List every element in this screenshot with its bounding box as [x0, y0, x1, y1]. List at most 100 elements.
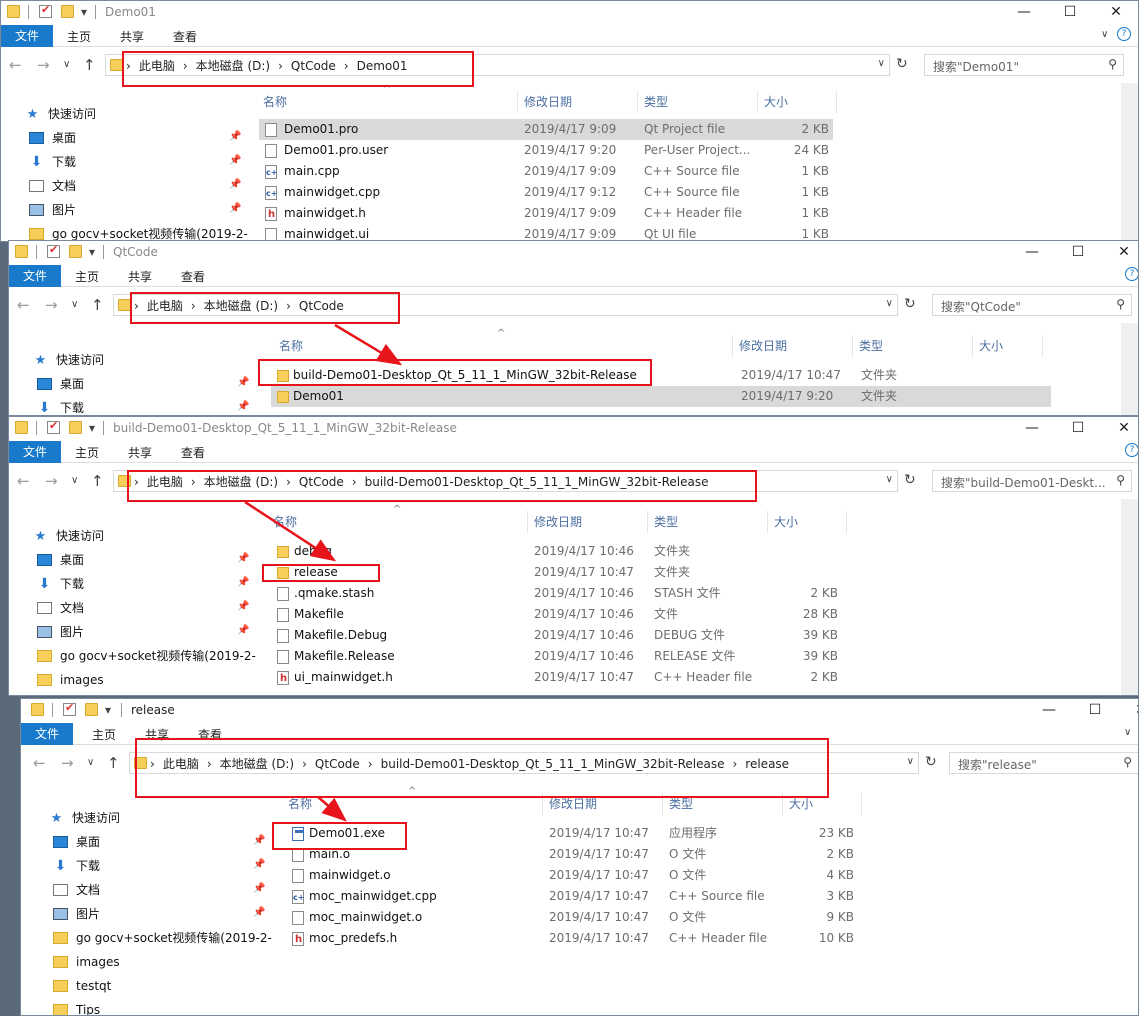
chevron-down-icon[interactable]: ∨: [1124, 727, 1131, 738]
sidebar-item-downloads[interactable]: ⬇ 下载: [29, 151, 76, 173]
forward-arrow-icon[interactable]: →: [61, 754, 74, 772]
minimize-button[interactable]: —: [1009, 417, 1055, 441]
properties-icon[interactable]: [47, 419, 60, 434]
close-button[interactable]: ✕: [1093, 1, 1138, 25]
search-input[interactable]: 搜索"Demo01" ⚲: [924, 54, 1124, 76]
tab-file[interactable]: 文件: [1, 25, 53, 47]
title-bar[interactable]: ▾ QtCode — ☐ ✕: [9, 241, 1138, 265]
tab-share[interactable]: 共享: [120, 28, 144, 45]
sidebar-item-gocv[interactable]: go gocv+socket视频传输(2019-2-: [37, 645, 256, 667]
tab-home[interactable]: 主页: [75, 268, 99, 285]
tab-home[interactable]: 主页: [75, 444, 99, 461]
help-icon[interactable]: ?: [1125, 267, 1138, 281]
chevron-down-icon[interactable]: ∨: [886, 298, 893, 309]
search-input[interactable]: 搜索"build-Demo01-Deskt... ⚲: [932, 470, 1132, 492]
file-row[interactable]: mainwidget.o 2019/4/17 10:47 O 文件 4 KB: [286, 865, 866, 886]
pin-icon[interactable]: 📌: [253, 859, 265, 870]
scrollbar[interactable]: [1121, 83, 1138, 241]
up-arrow-icon[interactable]: ↑: [91, 296, 104, 314]
back-arrow-icon[interactable]: ←: [17, 296, 30, 314]
refresh-icon[interactable]: ↻: [904, 296, 916, 312]
scrollbar[interactable]: [1121, 499, 1138, 695]
tab-view[interactable]: 查看: [181, 268, 205, 285]
column-date[interactable]: 修改日期: [733, 335, 853, 357]
file-row[interactable]: Makefile 2019/4/17 10:46 文件 28 KB: [271, 604, 851, 625]
file-row[interactable]: mainwidget.h 2019/4/17 9:09 C++ Header fil…: [259, 203, 833, 225]
minimize-button[interactable]: —: [1026, 699, 1072, 723]
minimize-button[interactable]: —: [1001, 1, 1047, 25]
pin-icon[interactable]: 📌: [253, 883, 265, 894]
chevron-down-icon[interactable]: ∨: [886, 474, 893, 485]
column-date[interactable]: 修改日期: [518, 91, 638, 113]
recent-chevron-icon[interactable]: ∨: [87, 757, 94, 768]
title-bar[interactable]: ▾ build-Demo01-Desktop_Qt_5_11_1_MinGW_3…: [9, 417, 1138, 441]
file-row[interactable]: Makefile.Release 2019/4/17 10:46 RELEASE 文…: [271, 646, 851, 667]
back-arrow-icon[interactable]: ←: [33, 754, 46, 772]
file-row[interactable]: .qmake.stash 2019/4/17 10:46 STASH 文件 2 KB: [271, 583, 851, 604]
file-row[interactable]: Demo01.pro.user 2019/4/17 9:20 Per-User Pr…: [259, 140, 833, 161]
up-arrow-icon[interactable]: ↑: [83, 56, 96, 74]
column-type[interactable]: 类型: [648, 511, 768, 533]
file-row[interactable]: moc_predefs.h 2019/4/17 10:47 C++ Header f…: [286, 928, 866, 950]
sidebar-item-desktop[interactable]: 桌面: [37, 549, 84, 571]
maximize-button[interactable]: ☐: [1055, 417, 1101, 441]
help-icon[interactable]: ?: [1117, 27, 1131, 41]
maximize-button[interactable]: ☐: [1055, 241, 1101, 265]
sidebar-item-desktop[interactable]: 桌面: [37, 373, 84, 395]
sidebar-item-images[interactable]: images: [53, 951, 120, 973]
pin-icon[interactable]: 📌: [229, 179, 241, 190]
chevron-down-icon[interactable]: ∨: [1101, 29, 1108, 40]
up-arrow-icon[interactable]: ↑: [107, 754, 120, 772]
chevron-down-icon[interactable]: ∨: [907, 756, 914, 767]
refresh-icon[interactable]: ↻: [925, 754, 937, 770]
back-arrow-icon[interactable]: ←: [9, 56, 22, 74]
recent-chevron-icon[interactable]: ∨: [71, 299, 78, 310]
tab-home[interactable]: 主页: [67, 28, 91, 45]
sidebar-item-pictures[interactable]: 图片: [53, 903, 100, 925]
quick-access[interactable]: ★ 快速访问: [25, 103, 96, 125]
sidebar-item-pictures[interactable]: 图片: [37, 621, 84, 643]
refresh-icon[interactable]: ↻: [896, 56, 908, 72]
file-row[interactable]: main.cpp 2019/4/17 9:09 C++ Source file 1 K…: [259, 161, 833, 183]
tab-share[interactable]: 共享: [128, 268, 152, 285]
file-row[interactable]: Demo01.pro 2019/4/17 9:09 Qt Project file 2…: [259, 119, 833, 140]
forward-arrow-icon[interactable]: →: [45, 472, 58, 490]
sidebar-item-desktop[interactable]: 桌面: [53, 831, 100, 853]
file-row[interactable]: ui_mainwidget.h 2019/4/17 10:47 C++ Header…: [271, 667, 851, 689]
column-size[interactable]: 大小: [973, 335, 1043, 357]
sidebar-item-pictures[interactable]: 图片: [29, 199, 76, 221]
tab-share[interactable]: 共享: [128, 444, 152, 461]
file-row[interactable]: moc_mainwidget.o 2019/4/17 10:47 O 文件 9 KB: [286, 907, 866, 928]
pin-icon[interactable]: 📌: [237, 601, 249, 612]
column-name[interactable]: 名称: [267, 511, 528, 533]
column-name[interactable]: 名称: [273, 335, 733, 357]
tab-view[interactable]: 查看: [181, 444, 205, 461]
file-row[interactable]: debug 2019/4/17 10:46 文件夹: [271, 541, 851, 562]
sidebar-item-testqt[interactable]: testqt: [53, 975, 111, 997]
close-button[interactable]: ✕: [1101, 417, 1138, 441]
maximize-button[interactable]: ☐: [1072, 699, 1118, 723]
pin-icon[interactable]: 📌: [237, 553, 249, 564]
file-row[interactable]: Makefile.Debug 2019/4/17 10:46 DEBUG 文件 39 …: [271, 625, 851, 646]
up-arrow-icon[interactable]: ↑: [91, 472, 104, 490]
pin-icon[interactable]: 📌: [237, 625, 249, 636]
properties-icon[interactable]: [63, 701, 76, 716]
sidebar-item-gocv[interactable]: go gocv+socket视频传输(2019-2-: [53, 927, 272, 949]
pin-icon[interactable]: 📌: [229, 155, 241, 166]
scrollbar[interactable]: [1121, 323, 1138, 415]
new-folder-icon[interactable]: [61, 5, 74, 18]
close-button[interactable]: ✕: [1101, 241, 1138, 265]
column-name[interactable]: 名称: [257, 91, 518, 113]
pin-icon[interactable]: 📌: [237, 577, 249, 588]
column-size[interactable]: 大小: [768, 511, 847, 533]
file-row[interactable]: moc_mainwidget.cpp 2019/4/17 10:47 C++ Sou…: [286, 886, 866, 908]
properties-icon[interactable]: [47, 243, 60, 258]
recent-chevron-icon[interactable]: ∨: [63, 59, 70, 70]
column-type[interactable]: 类型: [638, 91, 758, 113]
title-bar[interactable]: ▾ release — ☐ ✕: [21, 699, 1138, 723]
pin-icon[interactable]: 📌: [237, 377, 249, 388]
recent-chevron-icon[interactable]: ∨: [71, 475, 78, 486]
sidebar-item-downloads[interactable]: ⬇ 下载: [37, 397, 84, 415]
sidebar-item-tips[interactable]: Tips: [53, 999, 100, 1015]
back-arrow-icon[interactable]: ←: [17, 472, 30, 490]
